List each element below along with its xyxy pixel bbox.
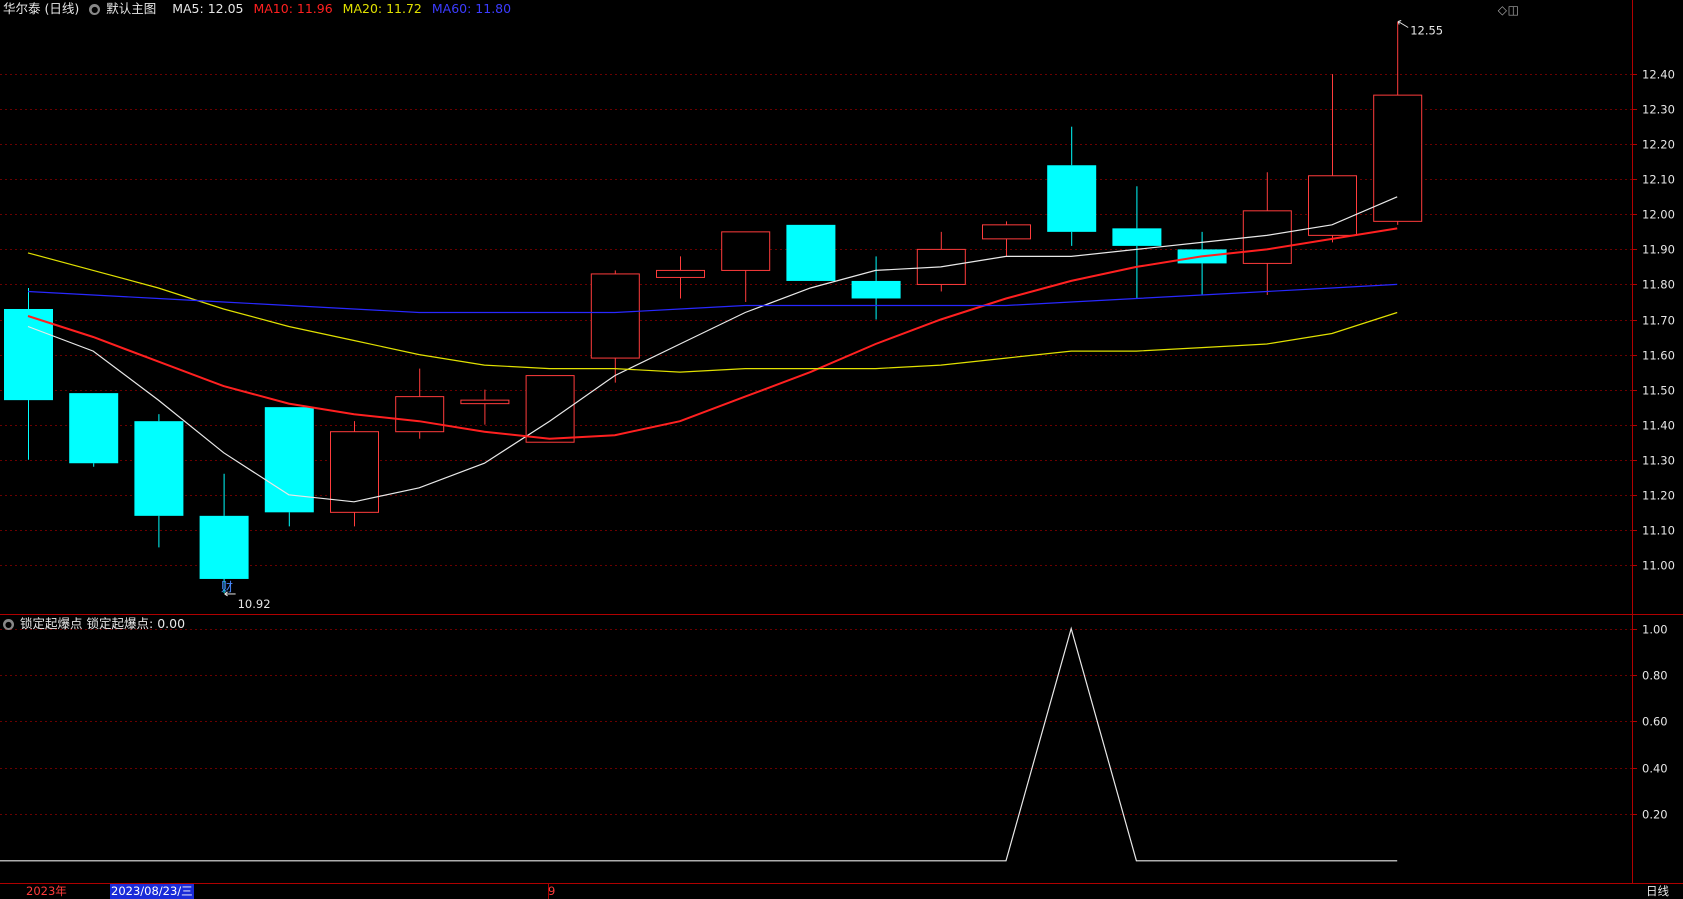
candle-body-up xyxy=(1373,94,1423,222)
high-pointer xyxy=(1397,21,1409,28)
ma10-legend: MA10: 11.96 xyxy=(253,1,333,16)
candle xyxy=(69,393,119,467)
candle-body-down xyxy=(851,280,901,299)
candle xyxy=(590,270,640,383)
indicator-tick-label: 1.00 xyxy=(1642,623,1668,637)
ma60-legend: MA60: 11.80 xyxy=(431,1,512,16)
indicator-settings-dot-icon[interactable]: ● xyxy=(3,619,14,630)
candle-body-down xyxy=(1047,165,1097,232)
candle xyxy=(721,231,771,302)
price-tick-label: 12.00 xyxy=(1642,208,1675,222)
price-tick-label: 12.30 xyxy=(1642,103,1675,117)
candle xyxy=(395,368,445,439)
candle-body-up xyxy=(590,273,640,359)
price-tick-label: 11.80 xyxy=(1642,278,1675,292)
candle-body-up xyxy=(982,224,1031,240)
price-tick-label: 11.90 xyxy=(1642,243,1675,257)
price-tick-label: 11.70 xyxy=(1642,314,1675,328)
candle-body-up xyxy=(1308,175,1357,236)
ma60-line xyxy=(27,283,1398,314)
candle xyxy=(982,221,1031,257)
candle-body-down xyxy=(134,421,184,516)
candle xyxy=(199,473,249,593)
low-label: 10.92 xyxy=(238,597,271,611)
candle xyxy=(786,224,836,281)
price-tick-label: 12.20 xyxy=(1642,138,1675,152)
candle xyxy=(1242,172,1292,295)
candle xyxy=(1177,231,1227,295)
price-tick-label: 11.50 xyxy=(1642,384,1675,398)
candle xyxy=(656,256,705,299)
price-tick-label: 11.10 xyxy=(1642,524,1675,538)
candle-body-up xyxy=(656,269,705,278)
candle-body-up xyxy=(721,231,771,271)
candle xyxy=(264,407,314,527)
year-label: 2023年 xyxy=(26,884,67,898)
ma20-line xyxy=(27,252,1398,373)
candle-body-down xyxy=(199,515,249,579)
candle xyxy=(460,389,510,425)
candle xyxy=(134,414,184,548)
window-toggle-icon[interactable]: ◫ xyxy=(1508,3,1519,17)
candle-body-down xyxy=(786,224,836,281)
finance-marker[interactable]: 财 xyxy=(221,578,233,595)
candle xyxy=(1047,126,1097,246)
candle-body-up xyxy=(460,399,510,405)
candle xyxy=(1112,186,1162,299)
indicator-name: 锁定起爆点 xyxy=(20,616,83,631)
template-selector[interactable]: ● 默认主图 xyxy=(89,1,162,16)
high-label: 12.55 xyxy=(1410,24,1443,38)
candle xyxy=(851,256,901,320)
stock-title: 华尔泰 (日线) xyxy=(3,1,80,16)
price-tick-label: 12.10 xyxy=(1642,173,1675,187)
price-tick-label: 11.20 xyxy=(1642,489,1675,503)
chart-canvas[interactable]: 11.00 11.10 11.20 11.30 11.40 11.50 11.60 11.70… xyxy=(0,0,1683,899)
candle xyxy=(1373,21,1423,225)
ma5-legend: MA5: 12.05 xyxy=(172,1,244,16)
indicator-line xyxy=(0,626,1398,862)
price-tick-label: 11.40 xyxy=(1642,419,1675,433)
ma5-line xyxy=(27,196,1398,503)
diamond-icon[interactable]: ◇ xyxy=(1498,3,1507,17)
period-label[interactable]: 日线 xyxy=(1646,884,1669,899)
candle-body-up xyxy=(395,396,445,433)
indicator-tick-label: 0.60 xyxy=(1642,715,1668,729)
main-chart-header: 华尔泰 (日线) ● 默认主图 MA5: 12.05 MA10: 11.96 MA… xyxy=(3,0,517,18)
price-tick-label: 11.60 xyxy=(1642,349,1675,363)
candle-body-down xyxy=(1112,228,1162,246)
price-tick-label: 11.30 xyxy=(1642,454,1675,468)
cursor-date: 2023/08/23/三 xyxy=(110,884,194,899)
candle xyxy=(330,421,379,527)
month-label: 9 xyxy=(548,884,556,898)
price-tick-label: 11.00 xyxy=(1642,559,1675,573)
candle-body-down xyxy=(69,393,119,464)
indicator-tick-label: 0.20 xyxy=(1642,808,1668,822)
settings-dot-icon: ● xyxy=(89,4,101,15)
indicator-tick-label: 0.80 xyxy=(1642,669,1668,683)
indicator-tick-label: 0.40 xyxy=(1642,762,1668,776)
price-tick-label: 12.40 xyxy=(1642,68,1675,82)
indicator-value: 锁定起爆点: 0.00 xyxy=(86,616,186,631)
ma20-legend: MA20: 11.72 xyxy=(342,1,422,16)
indicator-header: ● 锁定起爆点 锁定起爆点: 0.00 xyxy=(3,615,191,633)
candle xyxy=(4,287,53,460)
candle xyxy=(916,231,966,292)
